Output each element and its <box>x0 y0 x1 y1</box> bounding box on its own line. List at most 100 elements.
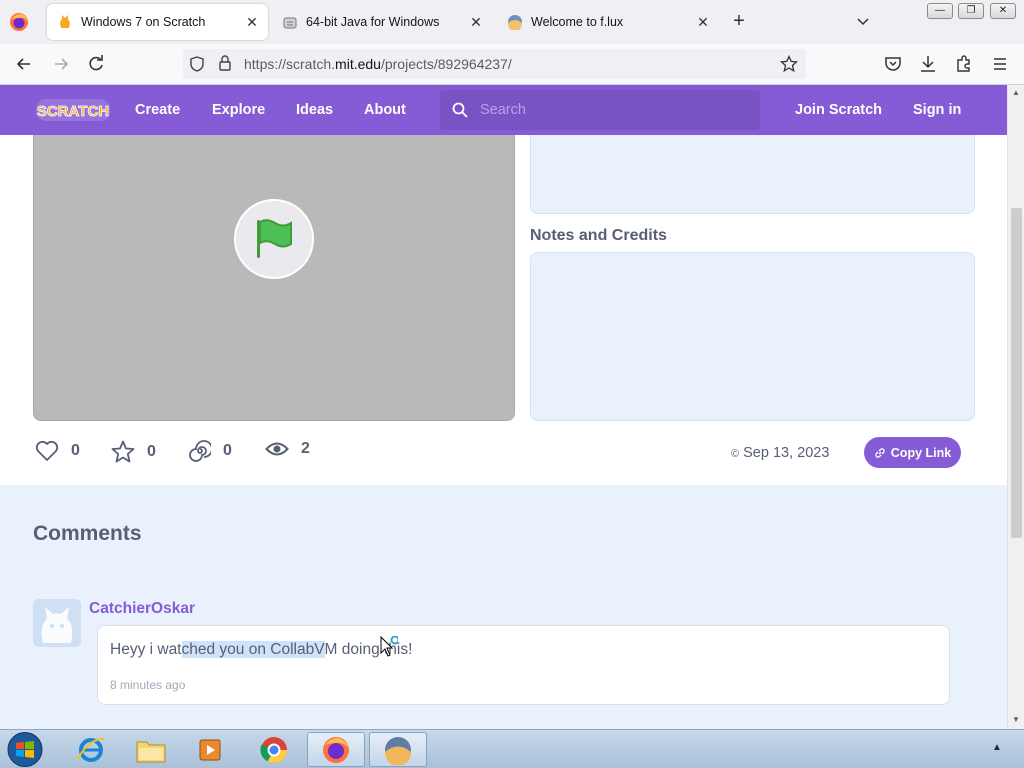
folder-icon <box>136 741 166 762</box>
firefox-icon <box>323 736 349 763</box>
chrome-icon <box>260 736 288 763</box>
instructions-box <box>530 135 975 214</box>
join-scratch-link[interactable]: Join Scratch <box>795 102 882 118</box>
taskbar-flux[interactable] <box>369 732 427 767</box>
url-domain: mit.edu <box>335 56 381 72</box>
bookmark-star-icon[interactable] <box>780 55 798 73</box>
default-cat-avatar-icon <box>33 599 81 647</box>
logo-text: SCRATCH <box>37 103 109 120</box>
link-icon <box>875 447 885 458</box>
url-text: https://scratch.mit.edu/projects/8929642… <box>244 56 512 72</box>
copy-link-button[interactable]: Copy Link <box>864 437 961 468</box>
green-flag-button[interactable] <box>234 199 314 279</box>
url-prefix: https://scratch. <box>244 56 336 72</box>
star-icon <box>111 440 135 463</box>
taskbar-firefox[interactable] <box>307 732 365 767</box>
hamburger-menu-icon[interactable] <box>990 54 1010 74</box>
views-count: 2 <box>301 440 310 457</box>
favorite-stat[interactable]: 0 <box>111 440 156 463</box>
reload-icon[interactable] <box>86 54 106 74</box>
comment-text-part: M doing this! <box>324 641 413 658</box>
comment-bubble: Heyy i watched you on CollabVM doing thi… <box>97 625 950 705</box>
taskbar-internet-explorer[interactable] <box>62 732 120 767</box>
page-scrollbar[interactable]: ▲ ▼ <box>1007 85 1024 729</box>
scroll-down-arrow-icon[interactable]: ▼ <box>1012 716 1020 724</box>
show-hidden-icons-icon[interactable]: ▲ <box>992 742 1002 753</box>
extensions-icon[interactable] <box>954 54 974 74</box>
comments-title: Comments <box>33 522 142 545</box>
close-tab-icon[interactable]: ✕ <box>466 12 486 32</box>
project-stage[interactable] <box>33 135 515 421</box>
internet-explorer-icon <box>77 737 105 762</box>
nav-about[interactable]: About <box>364 102 406 118</box>
heart-icon <box>35 440 59 461</box>
comments-section: Comments CatchierOskar Heyy i watched yo… <box>0 485 1007 729</box>
pocket-icon[interactable] <box>883 54 903 74</box>
search-placeholder: Search <box>480 102 526 118</box>
media-player-icon <box>199 739 221 760</box>
avatar[interactable] <box>33 599 81 647</box>
tab-windows7-on-scratch[interactable]: Windows 7 on Scratch ✕ <box>47 4 268 40</box>
tab-title: Windows 7 on Scratch <box>81 15 206 29</box>
scratch-logo[interactable]: SCRATCH <box>35 97 111 123</box>
nav-ideas[interactable]: Ideas <box>296 102 333 118</box>
nav-create[interactable]: Create <box>135 102 180 118</box>
scratch-navbar: SCRATCH Create Explore Ideas About Searc… <box>0 85 1007 135</box>
tab-title: Welcome to f.lux <box>531 15 624 29</box>
search-input[interactable]: Search <box>440 90 760 130</box>
love-count: 0 <box>71 442 80 459</box>
tab-title: 64-bit Java for Windows <box>306 15 440 29</box>
lock-icon[interactable] <box>218 55 232 71</box>
list-all-tabs-icon[interactable] <box>855 14 871 30</box>
restore-button[interactable]: ❐ <box>958 3 984 19</box>
nav-explore[interactable]: Explore <box>212 102 265 118</box>
scroll-up-arrow-icon[interactable]: ▲ <box>1012 89 1020 97</box>
tab-flux[interactable]: Welcome to f.lux ✕ <box>497 4 719 40</box>
taskbar-chrome[interactable] <box>245 732 303 767</box>
windows-taskbar: ▲ <box>0 729 1024 768</box>
comment-timestamp: 8 minutes ago <box>110 678 186 692</box>
copyright-icon: © <box>731 448 740 460</box>
flux-icon <box>385 736 411 765</box>
close-tab-icon[interactable]: ✕ <box>693 12 713 32</box>
sign-in-link[interactable]: Sign in <box>913 102 961 118</box>
love-stat[interactable]: 0 <box>35 440 80 462</box>
green-flag-icon <box>257 219 292 258</box>
eye-icon <box>265 442 289 456</box>
downloads-icon[interactable] <box>918 54 938 74</box>
address-bar[interactable]: https://scratch.mit.edu/projects/8929642… <box>183 49 806 79</box>
flux-icon <box>507 14 523 31</box>
forward-arrow-icon[interactable] <box>51 54 71 74</box>
firefox-menu-icon[interactable] <box>9 12 29 32</box>
browser-tab-bar: Windows 7 on Scratch ✕ 64-bit Java for W… <box>0 0 1024 44</box>
close-tab-icon[interactable]: ✕ <box>242 12 262 32</box>
comment-text-part: Heyy i wat <box>110 641 182 658</box>
scrollbar-thumb[interactable] <box>1011 208 1022 538</box>
project-page: Notes and Credits 0 0 0 2 © Sep 13, 2023… <box>0 135 1007 729</box>
taskbar-media-player[interactable] <box>182 732 240 767</box>
notes-and-credits-title: Notes and Credits <box>530 227 667 244</box>
java-icon <box>282 14 298 30</box>
comment-text-selection: ched you on CollabV <box>181 641 325 658</box>
tab-java[interactable]: 64-bit Java for Windows ✕ <box>272 4 492 40</box>
share-date-text: Sep 13, 2023 <box>743 445 830 461</box>
busy-cursor-icon <box>380 636 398 657</box>
comment-author[interactable]: CatchierOskar <box>89 600 195 618</box>
windows-start-icon[interactable] <box>5 731 45 768</box>
share-date: © Sep 13, 2023 <box>731 445 829 461</box>
views-stat: 2 <box>265 440 310 458</box>
favorite-count: 0 <box>147 442 156 460</box>
url-path: /projects/892964237/ <box>380 56 512 72</box>
search-icon <box>452 102 468 118</box>
back-arrow-icon[interactable] <box>14 54 34 74</box>
navigation-toolbar: https://scratch.mit.edu/projects/8929642… <box>0 44 1024 85</box>
close-window-button[interactable]: ✕ <box>990 3 1016 19</box>
remix-stat: 0 <box>189 440 232 462</box>
minimize-button[interactable]: — <box>927 3 953 19</box>
remix-count: 0 <box>223 442 232 459</box>
copy-link-label: Copy Link <box>890 445 952 460</box>
tracking-protection-icon[interactable] <box>189 56 205 72</box>
new-tab-button[interactable]: + <box>729 11 749 32</box>
comment-text: Heyy i watched you on CollabVM doing thi… <box>110 641 412 659</box>
taskbar-file-explorer[interactable] <box>122 732 180 767</box>
